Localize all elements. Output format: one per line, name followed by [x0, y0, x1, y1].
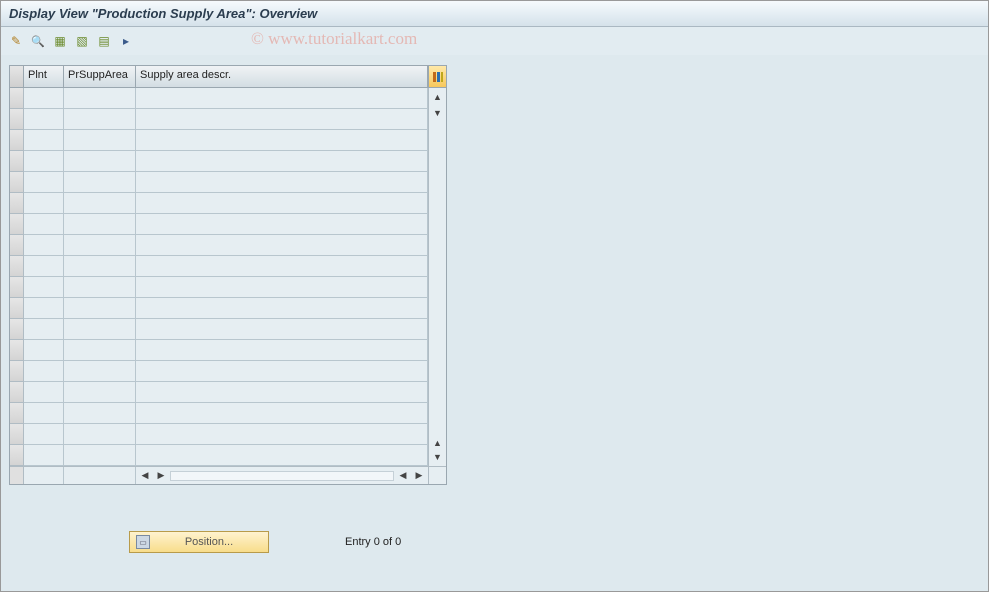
scroll-down-icon[interactable]: ▼ — [431, 106, 445, 120]
scroll-left-icon[interactable]: ◀ — [138, 469, 152, 483]
column-header-prsupparea[interactable]: PrSuppArea — [64, 66, 136, 87]
toolbar: ✎ 🔍 ▦ ▧ ▤ ▸ © www.tutorialkart.com — [1, 27, 988, 55]
scroll-left2-icon[interactable]: ◀ — [396, 469, 410, 483]
scroll-track[interactable] — [170, 471, 394, 481]
hscroll-pad — [64, 467, 136, 484]
grid-body: ▲ ▼ ▲ ▼ — [10, 88, 446, 466]
table-row[interactable] — [10, 403, 428, 424]
table-row[interactable] — [10, 277, 428, 298]
table-row[interactable] — [10, 151, 428, 172]
position-button-label: Position... — [156, 536, 262, 548]
column-header-supply-area-descr[interactable]: Supply area descr. — [136, 66, 428, 87]
table-row[interactable] — [10, 172, 428, 193]
table-row[interactable] — [10, 298, 428, 319]
content-area: Plnt PrSuppArea Supply area descr. — [1, 55, 988, 563]
entry-count-text: Entry 0 of 0 — [345, 536, 401, 548]
scroll-right2-icon[interactable]: ▶ — [412, 469, 426, 483]
select-block-icon[interactable]: ▧ — [73, 32, 91, 50]
select-all-icon[interactable]: ▦ — [51, 32, 69, 50]
expand-icon[interactable]: ▸ — [117, 32, 135, 50]
vertical-scrollbar[interactable]: ▲ ▼ ▲ ▼ — [428, 88, 446, 466]
grid-header: Plnt PrSuppArea Supply area descr. — [10, 66, 446, 88]
watermark-text: © www.tutorialkart.com — [251, 29, 417, 49]
scroll-up2-icon[interactable]: ▲ — [431, 436, 445, 450]
data-grid: Plnt PrSuppArea Supply area descr. — [9, 65, 447, 485]
position-icon: ▭ — [136, 535, 150, 549]
table-settings-icon[interactable] — [428, 66, 446, 87]
table-row[interactable] — [10, 256, 428, 277]
deselect-all-icon[interactable]: ▤ — [95, 32, 113, 50]
horizontal-scrollbar-row: ◀ ▶ ◀ ▶ — [10, 466, 446, 484]
horizontal-scrollbar[interactable]: ◀ ▶ ◀ ▶ — [136, 467, 428, 484]
table-row[interactable] — [10, 109, 428, 130]
table-row[interactable] — [10, 130, 428, 151]
footer-row: ▭ Position... Entry 0 of 0 — [9, 531, 980, 553]
hscroll-corner-right — [428, 467, 446, 484]
edit-icon[interactable]: ✎ — [7, 32, 25, 50]
table-row[interactable] — [10, 424, 428, 445]
row-selector-header[interactable] — [10, 66, 24, 87]
table-row[interactable] — [10, 88, 428, 109]
table-row[interactable] — [10, 193, 428, 214]
table-row[interactable] — [10, 445, 428, 466]
scroll-up-icon[interactable]: ▲ — [431, 90, 445, 104]
table-row[interactable] — [10, 214, 428, 235]
scroll-right-icon[interactable]: ▶ — [154, 469, 168, 483]
grid-rows — [10, 88, 428, 466]
table-row[interactable] — [10, 340, 428, 361]
column-header-plnt[interactable]: Plnt — [24, 66, 64, 87]
hscroll-pad — [24, 467, 64, 484]
hscroll-corner-left — [10, 467, 24, 484]
scroll-down2-icon[interactable]: ▼ — [431, 450, 445, 464]
table-row[interactable] — [10, 319, 428, 340]
table-row[interactable] — [10, 235, 428, 256]
position-button[interactable]: ▭ Position... — [129, 531, 269, 553]
table-row[interactable] — [10, 361, 428, 382]
table-row[interactable] — [10, 382, 428, 403]
glasses-icon[interactable]: 🔍 — [29, 32, 47, 50]
window-title: Display View "Production Supply Area": O… — [1, 1, 988, 27]
